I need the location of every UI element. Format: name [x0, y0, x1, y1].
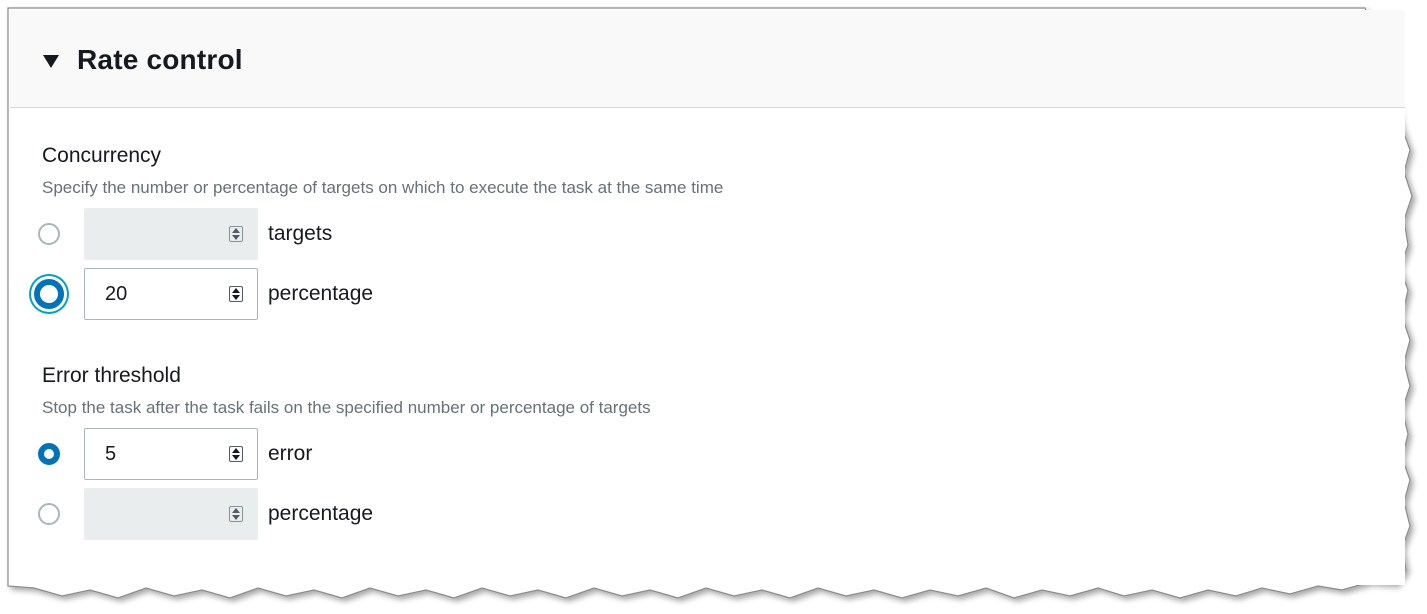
- error-threshold-label: Error threshold: [42, 364, 181, 387]
- percentage-unit-label: percentage: [268, 502, 374, 525]
- error-threshold-option-percentage: percentage: [38, 488, 373, 540]
- input-value: 5: [105, 442, 117, 465]
- spinner-icon[interactable]: [229, 286, 243, 302]
- error-threshold-error-radio[interactable]: [38, 443, 60, 465]
- concurrency-targets-radio[interactable]: [38, 223, 60, 245]
- panel-title: Rate control: [77, 44, 243, 75]
- error-threshold-percentage-radio[interactable]: [38, 503, 60, 525]
- error-threshold-percentage-input[interactable]: [84, 488, 258, 540]
- error-threshold-option-error: 5 error: [38, 428, 312, 480]
- concurrency-targets-input[interactable]: [84, 208, 258, 260]
- spinner-icon[interactable]: [229, 506, 243, 522]
- error-threshold-description: Stop the task after the task fails on th…: [42, 398, 651, 417]
- concurrency-option-targets: targets: [38, 208, 332, 260]
- targets-unit-label: targets: [268, 222, 333, 245]
- panel-header: Rate control: [10, 10, 1405, 108]
- spinner-icon[interactable]: [229, 226, 243, 242]
- input-value: 20: [105, 282, 128, 305]
- concurrency-label: Concurrency: [42, 144, 162, 167]
- concurrency-percentage-input[interactable]: 20: [84, 268, 258, 320]
- caret-down-icon: [43, 54, 59, 68]
- spinner-icon[interactable]: [229, 446, 243, 462]
- concurrency-description: Specify the number or percentage of targ…: [42, 178, 724, 197]
- rate-control-toggle[interactable]: Rate control: [43, 43, 243, 77]
- concurrency-option-percentage: 20 percentage: [34, 268, 374, 320]
- error-unit-label: error: [268, 442, 313, 465]
- rate-control-panel: Rate control Concurrency Specify the num…: [10, 10, 1405, 585]
- percentage-unit-label: percentage: [268, 282, 374, 305]
- error-threshold-error-input[interactable]: 5: [84, 428, 258, 480]
- concurrency-percentage-radio[interactable]: [34, 279, 64, 309]
